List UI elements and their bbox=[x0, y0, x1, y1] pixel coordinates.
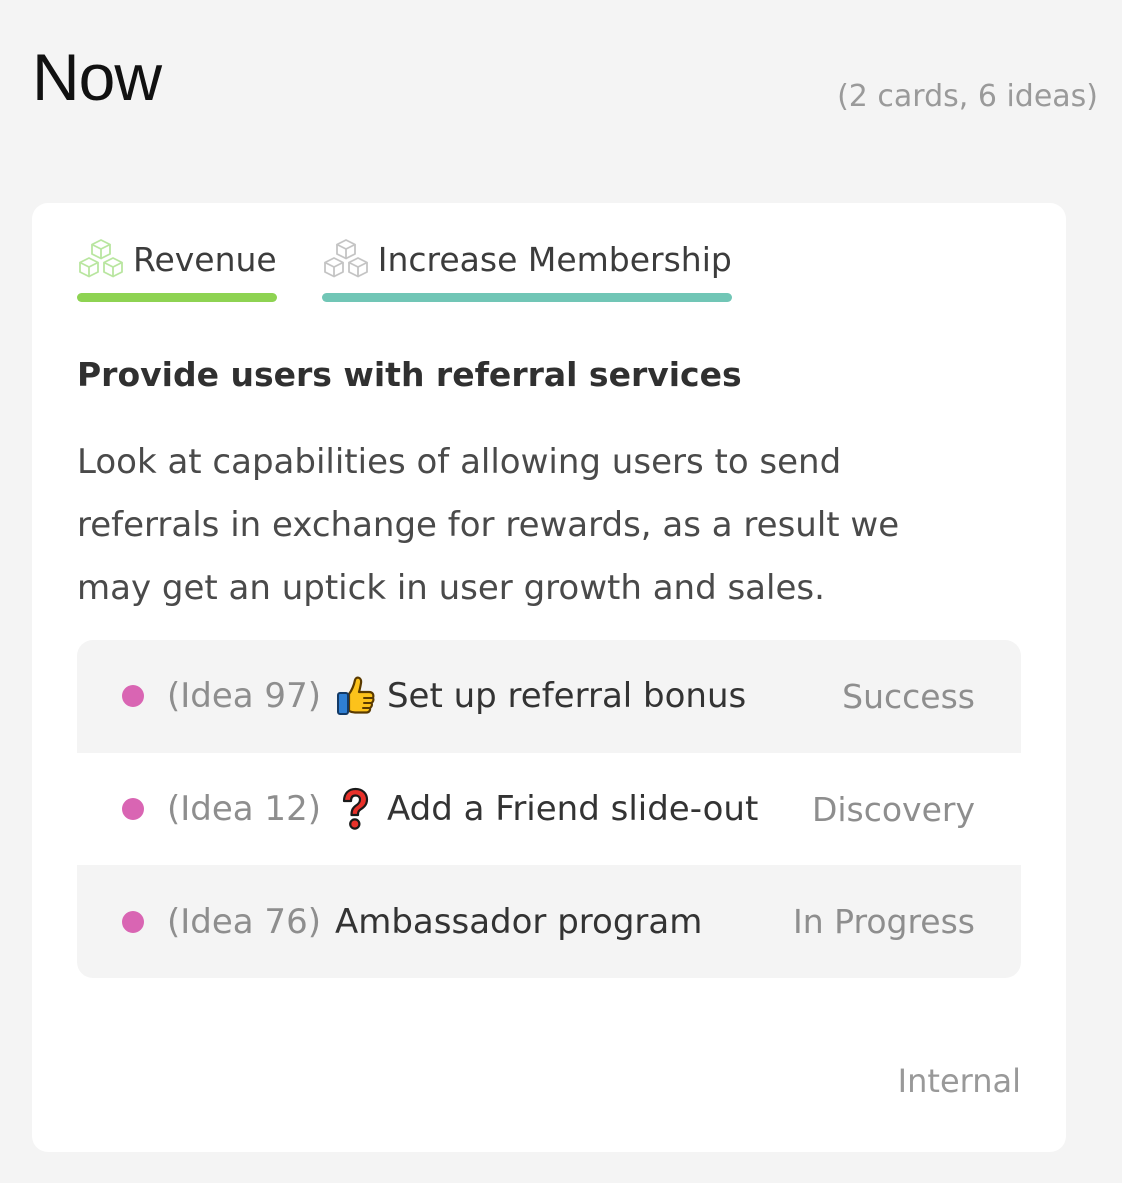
card-description: Look at capabilities of allowing users t… bbox=[77, 442, 900, 608]
idea-list: (Idea 97) Set up referral bonus Success … bbox=[77, 640, 1021, 979]
idea-status: Success bbox=[842, 676, 975, 716]
idea-status-dot bbox=[122, 910, 144, 933]
tag-color-bar bbox=[77, 293, 277, 302]
tag-label: Revenue bbox=[133, 239, 277, 279]
card-title: Provide users with referral services bbox=[77, 355, 742, 394]
idea-status-dot bbox=[122, 685, 144, 708]
idea-name: Ambassador program bbox=[334, 901, 703, 942]
idea-reference: (Idea 76) bbox=[167, 901, 321, 942]
column-count: (2 cards, 6 ideas) bbox=[837, 79, 1098, 114]
cubes-icon bbox=[322, 238, 370, 280]
idea-name: Set up referral bonus bbox=[386, 676, 747, 717]
idea-row[interactable]: (Idea 12) Add a Friend slide-out Discove… bbox=[77, 752, 1021, 866]
idea-reference: (Idea 12) bbox=[167, 789, 321, 830]
column-title: Now bbox=[32, 40, 162, 114]
card-tags: Revenue Increase Membership bbox=[77, 235, 732, 302]
question-mark-icon bbox=[335, 787, 375, 831]
idea-name: Add a Friend slide-out bbox=[386, 789, 759, 830]
cubes-icon bbox=[77, 238, 125, 280]
idea-status: In Progress bbox=[793, 902, 975, 942]
idea-status: Discovery bbox=[811, 789, 975, 829]
roadmap-card[interactable]: Revenue Increase Membership Provide user… bbox=[32, 203, 1066, 1152]
visibility-label: Internal bbox=[897, 1062, 1021, 1100]
idea-status-dot bbox=[122, 798, 144, 821]
idea-reference: (Idea 97) bbox=[167, 676, 321, 717]
thumbs-up-icon bbox=[335, 674, 375, 718]
tag-revenue[interactable]: Revenue bbox=[77, 235, 277, 302]
idea-row[interactable]: (Idea 76) Ambassador program In Progress bbox=[77, 865, 1021, 979]
tag-label: Increase Membership bbox=[377, 239, 732, 279]
tag-increase-membership[interactable]: Increase Membership bbox=[321, 235, 732, 302]
tag-color-bar bbox=[321, 293, 732, 302]
idea-row[interactable]: (Idea 97) Set up referral bonus Success bbox=[77, 640, 1021, 753]
